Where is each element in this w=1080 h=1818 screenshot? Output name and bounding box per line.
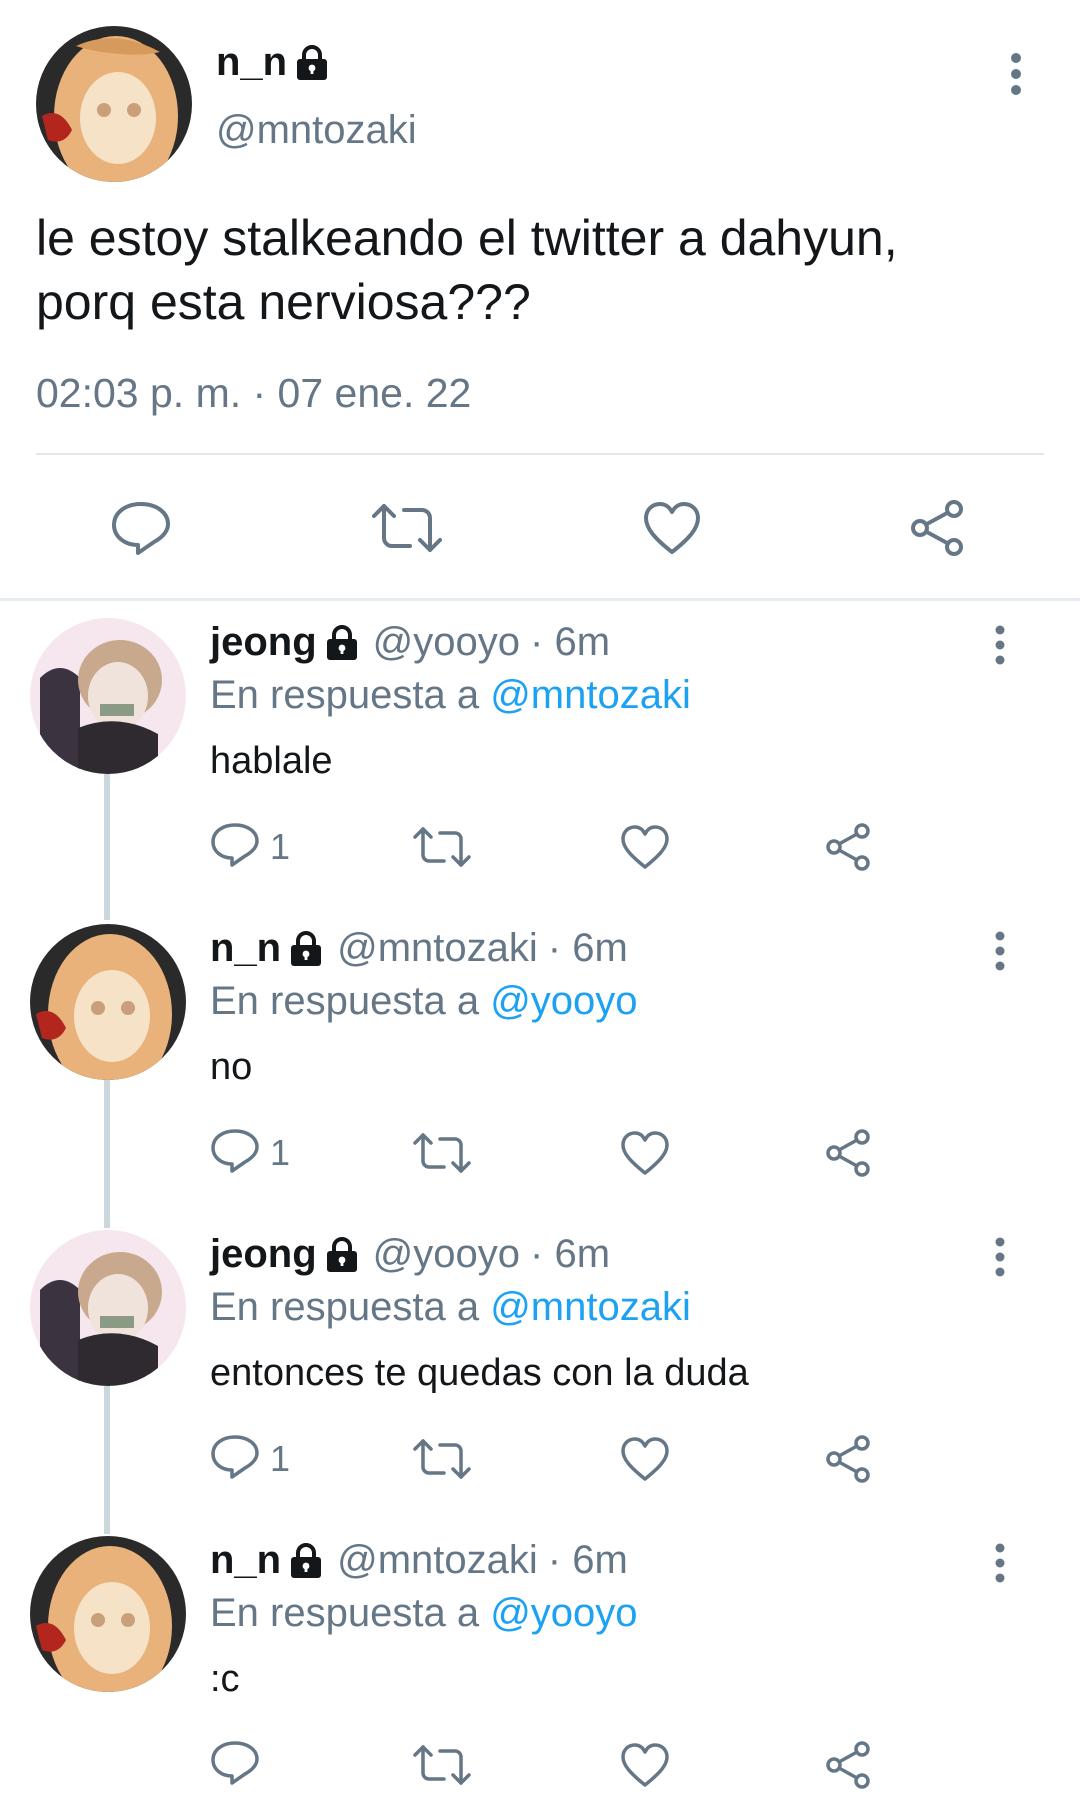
like-icon[interactable]	[620, 1130, 670, 1176]
reply-context: En respuesta a @mntozaki	[210, 1285, 691, 1330]
reply-count: 1	[270, 1438, 291, 1479]
thread-line	[104, 772, 110, 920]
reply-avatar[interactable]	[30, 618, 186, 774]
reply-header: jeong @yooyo · 6m	[210, 620, 610, 665]
section-divider	[0, 598, 1080, 601]
lock-icon	[289, 930, 323, 967]
reply-text: :c	[210, 1658, 240, 1700]
like-icon[interactable]	[620, 824, 670, 870]
reply-avatar[interactable]	[30, 924, 186, 1080]
reply-time: · 6m	[547, 926, 628, 970]
reply-context-prefix: En respuesta a	[210, 673, 491, 717]
more-options-icon[interactable]	[1005, 52, 1027, 96]
reply-time: · 6m	[547, 1538, 628, 1582]
retweet-icon[interactable]	[412, 1130, 472, 1176]
tweet-text-line-2: porq esta nerviosa???	[36, 274, 531, 330]
reply-author-name[interactable]: n_n	[210, 1538, 281, 1583]
retweet-icon[interactable]	[412, 1436, 472, 1482]
reply-text: no	[210, 1046, 253, 1088]
reply-author-name[interactable]: jeong	[210, 620, 317, 665]
reply-author-name[interactable]: n_n	[210, 926, 281, 971]
reply-context-prefix: En respuesta a	[210, 1591, 491, 1635]
reply-mention-link[interactable]: @yooyo	[490, 1591, 637, 1635]
like-icon[interactable]	[620, 1742, 670, 1788]
reply-count: 1	[270, 1132, 291, 1173]
share-icon[interactable]	[824, 1128, 874, 1178]
divider	[36, 453, 1044, 455]
reply-avatar[interactable]	[30, 1230, 186, 1386]
tweet-text-line-1: le estoy stalkeando el twitter a dahyun,	[36, 210, 898, 266]
reply-context: En respuesta a @yooyo	[210, 979, 638, 1024]
reply-author-handle[interactable]: @mntozaki	[337, 1538, 538, 1583]
reply-mention-link[interactable]: @mntozaki	[490, 1285, 691, 1329]
lock-icon	[289, 1542, 323, 1579]
tweet-text: le estoy stalkeando el twitter a dahyun,…	[36, 206, 1036, 334]
reply-time: · 6m	[530, 1232, 611, 1276]
lock-icon	[325, 1236, 359, 1273]
share-icon[interactable]	[908, 498, 968, 558]
author-name-row: n_n	[216, 40, 329, 85]
share-icon[interactable]	[824, 822, 874, 872]
reply-mention-link[interactable]: @mntozaki	[490, 673, 691, 717]
reply-avatar[interactable]	[30, 1536, 186, 1692]
more-options-icon[interactable]	[990, 1543, 1010, 1583]
author-avatar[interactable]	[36, 26, 192, 182]
reply-text: hablale	[210, 740, 333, 782]
reply-author-handle[interactable]: @yooyo	[373, 620, 520, 665]
lock-icon	[325, 624, 359, 661]
more-options-icon[interactable]	[990, 625, 1010, 665]
retweet-icon[interactable]	[412, 824, 472, 870]
reply-author-handle[interactable]: @mntozaki	[337, 926, 538, 971]
reply-icon[interactable]	[210, 1128, 260, 1174]
reply-mention-link[interactable]: @yooyo	[490, 979, 637, 1023]
reply-time: · 6m	[530, 620, 611, 664]
reply-author-name[interactable]: jeong	[210, 1232, 317, 1277]
reply-header: n_n @mntozaki · 6m	[210, 1538, 628, 1583]
reply-author-handle[interactable]: @yooyo	[373, 1232, 520, 1277]
reply-icon[interactable]	[110, 500, 172, 556]
more-options-icon[interactable]	[990, 1237, 1010, 1277]
like-icon[interactable]	[642, 500, 702, 556]
author-name: n_n	[216, 40, 288, 84]
retweet-icon[interactable]	[412, 1742, 472, 1788]
reply-context: En respuesta a @yooyo	[210, 1591, 638, 1636]
thread-line	[104, 1080, 110, 1228]
reply-count: 1	[270, 826, 291, 867]
reply-context: En respuesta a @mntozaki	[210, 673, 691, 718]
tweet-timestamp[interactable]: 02:03 p. m. · 07 ene. 22	[36, 370, 471, 417]
more-options-icon[interactable]	[990, 931, 1010, 971]
reply-icon[interactable]	[210, 1740, 260, 1786]
reply-header: n_n @mntozaki · 6m	[210, 926, 628, 971]
retweet-icon[interactable]	[370, 500, 444, 556]
thread-line	[104, 1386, 110, 1534]
author-handle[interactable]: @mntozaki	[216, 108, 417, 153]
reply-icon[interactable]	[210, 822, 260, 868]
share-icon[interactable]	[824, 1740, 874, 1790]
reply-context-prefix: En respuesta a	[210, 979, 491, 1023]
reply-icon[interactable]	[210, 1434, 260, 1480]
like-icon[interactable]	[620, 1436, 670, 1482]
share-icon[interactable]	[824, 1434, 874, 1484]
lock-icon	[295, 44, 329, 81]
reply-context-prefix: En respuesta a	[210, 1285, 491, 1329]
reply-header: jeong @yooyo · 6m	[210, 1232, 610, 1277]
reply-text: entonces te quedas con la duda	[210, 1352, 749, 1394]
